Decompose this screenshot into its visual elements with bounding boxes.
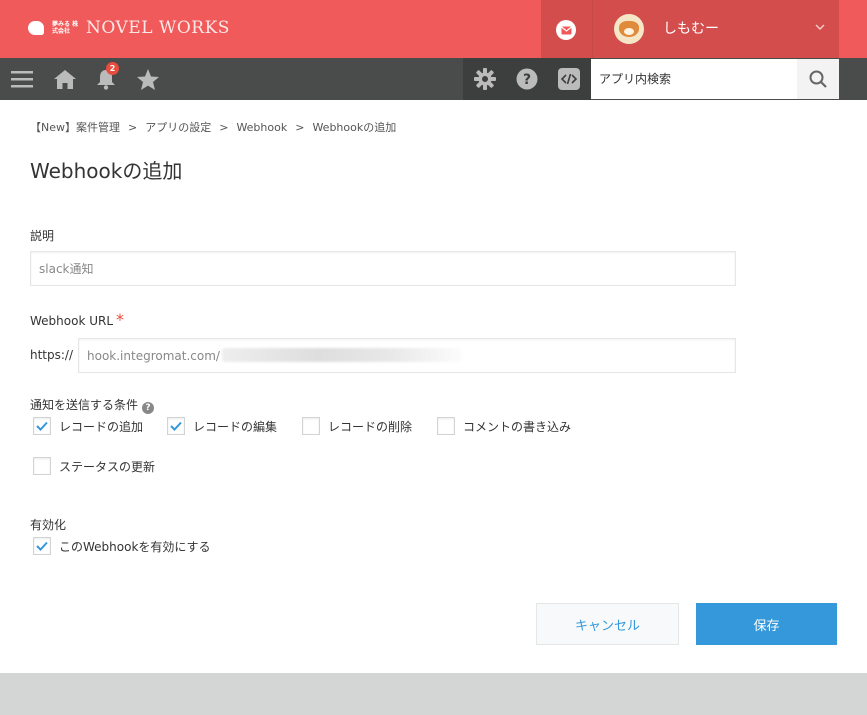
checkbox-label: レコードの削除: [328, 419, 413, 434]
nav-right-edge: [839, 58, 867, 100]
checkmark-icon: [170, 421, 182, 431]
save-button[interactable]: 保存: [696, 603, 837, 645]
checkbox[interactable]: [302, 417, 320, 435]
description-input[interactable]: [30, 251, 736, 286]
company-logo[interactable]: 夢みる 株式会社 NOVEL WORKS: [28, 18, 230, 38]
required-mark: *: [116, 310, 125, 329]
chevron-down-icon: [815, 24, 825, 31]
breadcrumb: 【New】案件管理 > アプリの設定 > Webhook > Webhookの追加: [30, 119, 396, 135]
page-title: Webhookの追加: [30, 159, 183, 183]
checkbox-label: ステータスの更新: [59, 459, 156, 474]
webhook-url-label-text: Webhook URL: [30, 314, 114, 328]
url-prefix: https://: [30, 348, 74, 362]
checkmark-icon: [36, 541, 48, 551]
favorites-star-icon[interactable]: [136, 58, 160, 100]
description-label: 説明: [30, 229, 55, 243]
condition-comment-post[interactable]: コメントの書き込み: [437, 417, 571, 435]
top-header: 夢みる 株式会社 NOVEL WORKS しもむー: [0, 0, 867, 58]
search-button[interactable]: [797, 59, 839, 99]
breadcrumb-app-settings[interactable]: アプリの設定: [145, 121, 211, 134]
logo-mark-icon: [28, 19, 46, 37]
cancel-button[interactable]: キャンセル: [536, 603, 679, 645]
nav-bar: 2 ?: [0, 58, 867, 100]
search-icon: [809, 70, 827, 88]
condition-record-delete[interactable]: レコードの削除: [302, 417, 412, 435]
menu-icon[interactable]: [8, 58, 36, 100]
avatar: [614, 14, 644, 44]
svg-text:?: ?: [523, 72, 531, 88]
main-content: 【New】案件管理 > アプリの設定 > Webhook > Webhookの追加 Webh…: [0, 100, 867, 673]
mail-button[interactable]: [541, 0, 592, 58]
conditions-label-text: 通知を送信する条件: [30, 398, 139, 412]
checkbox[interactable]: [33, 537, 51, 555]
logo-text: NOVEL WORKS: [86, 18, 230, 38]
breadcrumb-webhook[interactable]: Webhook: [236, 121, 287, 134]
enable-label: 有効化: [30, 518, 67, 532]
checkbox[interactable]: [437, 417, 455, 435]
home-icon[interactable]: [52, 58, 78, 100]
question-icon[interactable]: ?: [142, 402, 155, 414]
user-name: しもむー: [663, 21, 719, 37]
mail-icon: [556, 20, 576, 40]
user-menu[interactable]: しもむー: [592, 0, 839, 58]
checkbox[interactable]: [33, 417, 51, 435]
gear-icon[interactable]: [472, 58, 498, 100]
app-search-input[interactable]: [591, 59, 797, 99]
notification-count-badge: 2: [106, 62, 119, 75]
code-icon[interactable]: [556, 58, 582, 100]
checkbox-label: このWebhookを有効にする: [59, 539, 211, 554]
enable-webhook-option[interactable]: このWebhookを有効にする: [33, 537, 211, 555]
checkbox[interactable]: [167, 417, 185, 435]
url-redaction-blur: [222, 348, 462, 362]
checkbox-label: レコードの追加: [59, 419, 144, 434]
condition-status-update[interactable]: ステータスの更新: [33, 457, 155, 475]
condition-record-add[interactable]: レコードの追加: [33, 417, 143, 435]
checkbox-label: コメントの書き込み: [463, 419, 572, 434]
webhook-url-label: Webhook URL *: [30, 310, 124, 329]
breadcrumb-app[interactable]: 【New】案件管理: [30, 121, 120, 134]
breadcrumb-sep: >: [219, 121, 229, 134]
logo-small-text: 夢みる 株式会社: [52, 21, 79, 35]
conditions-label: 通知を送信する条件?: [30, 396, 155, 414]
breadcrumb-sep: >: [295, 121, 305, 134]
checkbox[interactable]: [33, 457, 51, 475]
breadcrumb-sep: >: [128, 121, 138, 134]
help-icon[interactable]: ?: [514, 58, 540, 100]
checkmark-icon: [36, 421, 48, 431]
tool-area: ?: [463, 58, 591, 100]
condition-record-edit[interactable]: レコードの編集: [167, 417, 277, 435]
checkbox-label: レコードの編集: [193, 419, 278, 434]
breadcrumb-current: Webhookの追加: [312, 121, 397, 134]
